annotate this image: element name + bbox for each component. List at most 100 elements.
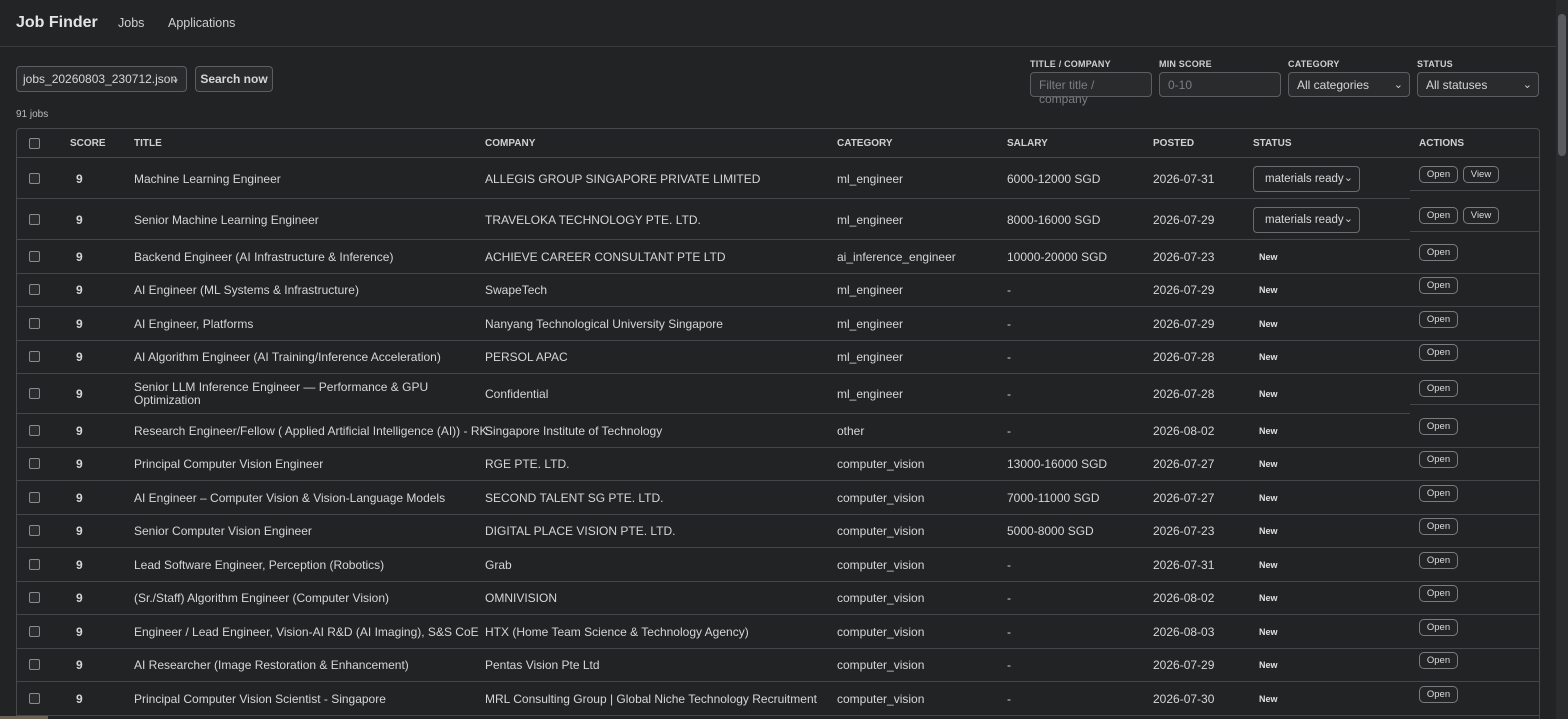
job-posted-date: 2026-08-02 (1153, 423, 1215, 438)
chevron-down-icon: ⌄ (1343, 171, 1353, 184)
job-score: 9 (76, 557, 83, 572)
row-checkbox[interactable] (29, 525, 40, 537)
open-button[interactable]: Open (1419, 380, 1458, 397)
row-checkbox[interactable] (29, 692, 40, 704)
header-title[interactable]: TITLE (134, 138, 162, 149)
job-score: 9 (76, 171, 83, 186)
status-filter-value: All statuses (1426, 78, 1488, 92)
row-checkbox[interactable] (29, 250, 40, 262)
table-row[interactable]: 9 AI Algorithm Engineer (AI Training/Infe… (17, 341, 1539, 374)
view-button[interactable]: View (1463, 165, 1499, 183)
open-button[interactable]: Open (1419, 451, 1458, 469)
job-category: ml_engineer (837, 171, 904, 186)
row-checkbox[interactable] (29, 351, 40, 363)
job-title: AI Engineer (ML Systems & Infrastructure… (134, 283, 359, 298)
open-button[interactable]: Open (1419, 585, 1458, 603)
job-category: ml_engineer (837, 212, 904, 227)
view-button[interactable]: View (1463, 206, 1499, 224)
header-score[interactable]: SCORE (70, 138, 106, 149)
row-checkbox[interactable] (29, 213, 40, 225)
table-row[interactable]: 9 Backend Engineer (AI Infrastructure & I… (17, 240, 1539, 274)
vertical-scrollbar[interactable] (1556, 0, 1568, 719)
open-button[interactable]: Open (1419, 618, 1458, 636)
job-salary: - (1007, 387, 1011, 401)
job-company: Confidential (485, 387, 549, 401)
row-checkbox[interactable] (29, 558, 40, 570)
open-button[interactable]: Open (1419, 484, 1458, 502)
header-actions: ACTIONS (1419, 138, 1464, 149)
row-checkbox[interactable] (29, 317, 40, 329)
job-title: AI Engineer – Computer Vision & Vision-L… (134, 490, 446, 505)
row-checkbox[interactable] (29, 592, 40, 604)
table-row[interactable]: 9 (Sr./Staff) Algorithm Engineer (Compute… (17, 582, 1539, 615)
header-company[interactable]: COMPANY (485, 138, 535, 149)
header-posted[interactable]: POSTED (1153, 138, 1194, 149)
header-category[interactable]: CATEGORY (837, 138, 893, 149)
open-button[interactable]: Open (1419, 310, 1458, 328)
open-button[interactable]: Open (1419, 277, 1458, 295)
table-row[interactable]: 9 Machine Learning Engineer ALLEGIS GROUP … (17, 158, 1539, 199)
jobs-file-select[interactable]: jobs_20260803_230712.json ⌄ (16, 66, 187, 92)
table-row[interactable]: 9 Senior LLM Inference Engineer — Perform… (17, 374, 1539, 414)
table-row[interactable]: 9 Principal Computer Vision Scientist - S… (17, 682, 1539, 716)
table-row[interactable]: 9 AI Engineer, Platforms Nanyang Technolog… (17, 307, 1539, 341)
open-button[interactable]: Open (1419, 652, 1458, 670)
min-score-filter-input[interactable]: 0-10 (1159, 72, 1281, 97)
table-row[interactable]: 9 Senior Computer Vision Engineer DIGITAL … (17, 515, 1539, 548)
job-salary: - (1007, 423, 1011, 438)
open-button[interactable]: Open (1419, 417, 1458, 435)
actions-divider (1410, 230, 1539, 232)
row-checkbox[interactable] (29, 659, 40, 671)
open-button[interactable]: Open (1419, 165, 1458, 183)
status-badge: New (1259, 626, 1278, 637)
row-checkbox[interactable] (29, 458, 40, 470)
table-row[interactable]: 9 AI Engineer (ML Systems & Infrastructur… (17, 274, 1539, 307)
job-title-line2: Optimization (134, 393, 201, 407)
status-filter-select[interactable]: All statuses ⌄ (1417, 72, 1539, 97)
job-score: 9 (76, 249, 83, 264)
job-score: 9 (76, 691, 83, 706)
job-salary: 8000-16000 SGD (1007, 212, 1101, 227)
row-checkbox[interactable] (29, 424, 40, 436)
job-category: computer_vision (837, 557, 925, 572)
table-row[interactable]: 9 AI Researcher (Image Restoration & Enha… (17, 649, 1539, 682)
nav-applications-link[interactable]: Applications (168, 16, 235, 30)
header-salary[interactable]: SALARY (1007, 138, 1048, 149)
job-category: ai_inference_engineer (837, 249, 956, 264)
job-salary: - (1007, 557, 1011, 572)
job-salary: - (1007, 591, 1011, 606)
job-score: 9 (76, 524, 83, 539)
category-filter-select[interactable]: All categories ⌄ (1288, 72, 1410, 97)
open-button[interactable]: Open (1419, 685, 1458, 703)
category-filter-value: All categories (1297, 78, 1370, 92)
row-checkbox[interactable] (29, 625, 40, 637)
table-row[interactable]: 9 AI Engineer – Computer Vision & Vision-… (17, 481, 1539, 515)
table-row[interactable]: 9 Lead Software Engineer, Perception (Rob… (17, 548, 1539, 582)
open-button[interactable]: Open (1419, 344, 1458, 362)
job-company: Grab (485, 557, 512, 572)
category-filter-label: CATEGORY (1288, 59, 1340, 69)
table-row[interactable]: 9 Principal Computer Vision Engineer RGE P… (17, 448, 1539, 481)
job-title: (Sr./Staff) Algorithm Engineer (Computer… (134, 591, 389, 606)
open-button[interactable]: Open (1419, 518, 1458, 536)
search-now-button[interactable]: Search now (195, 66, 273, 92)
table-row[interactable]: 9 Research Engineer/Fellow ( Applied Arti… (17, 414, 1539, 448)
table-row[interactable]: 9 Engineer / Lead Engineer, Vision-AI R&D… (17, 615, 1539, 649)
application-status-select[interactable]: materials ready ⌄ (1253, 206, 1360, 233)
open-button[interactable]: Open (1419, 206, 1458, 224)
row-checkbox[interactable] (29, 172, 40, 184)
row-checkbox[interactable] (29, 491, 40, 503)
open-button[interactable]: Open (1419, 551, 1458, 569)
scrollbar-thumb[interactable] (1558, 14, 1566, 156)
job-salary: - (1007, 350, 1011, 365)
row-checkbox[interactable] (29, 284, 40, 296)
nav-jobs-link[interactable]: Jobs (118, 16, 144, 30)
title-company-filter-input[interactable]: Filter title / company (1030, 72, 1152, 106)
row-checkbox[interactable] (29, 388, 40, 399)
job-company: Nanyang Technological University Singapo… (485, 316, 723, 331)
application-status-select[interactable]: materials ready ⌄ (1253, 165, 1360, 192)
job-score: 9 (76, 212, 83, 227)
open-button[interactable]: Open (1419, 243, 1458, 261)
table-row[interactable]: 9 Senior Machine Learning Engineer TRAVELO… (17, 199, 1539, 240)
select-all-checkbox[interactable] (29, 138, 40, 149)
